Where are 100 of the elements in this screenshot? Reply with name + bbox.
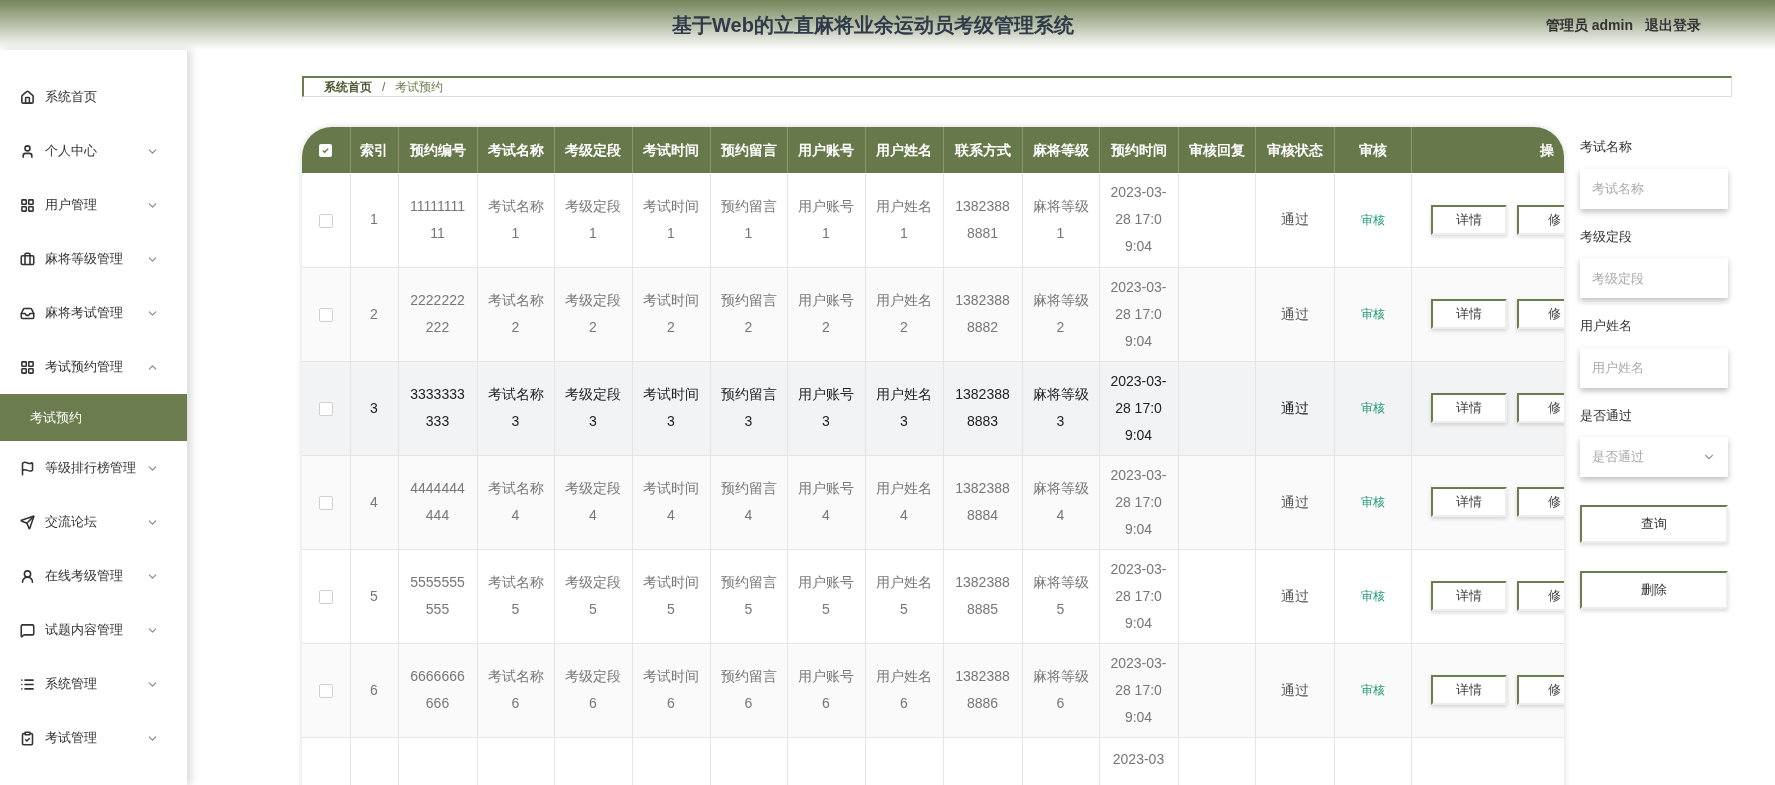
table-cell: 考级定段5: [565, 574, 621, 617]
review-link[interactable]: 审核: [1360, 495, 1385, 509]
sidebar-item[interactable]: 系统管理: [0, 657, 187, 711]
table-row[interactable]: 6 6666666666 考试名称6 考级定段6 考试时间6 预约留言6 用户账号6 用户姓名6 13823888886 麻将等级6 2023-03-28 17:09:04 通过 审核 详情 修: [302, 643, 1564, 737]
row-checkbox[interactable]: [318, 213, 333, 228]
breadcrumb-link[interactable]: 考试预约: [395, 78, 444, 96]
sidebar-item[interactable]: 麻将等级管理: [0, 232, 187, 286]
row-checkbox[interactable]: [318, 683, 333, 698]
chat-icon: [20, 622, 35, 638]
row-checkbox[interactable]: [318, 495, 333, 510]
sidebar-item[interactable]: 交流论坛: [0, 495, 187, 549]
edit-button[interactable]: 修: [1516, 675, 1564, 705]
row-checkbox[interactable]: [318, 307, 333, 322]
clipboard-icon: [20, 730, 35, 746]
table-cell: 2023-03-28 17:09:04: [1110, 654, 1167, 725]
table-cell: 2023-03-28 17:09:04: [1110, 184, 1167, 255]
table-cell: 用户账号2: [798, 292, 854, 335]
table-row[interactable]: 1 1111111111 考试名称1 考级定段1 考试时间1 预约留言1 用户账号1 用户姓名1 13823888881 麻将等级1 2023-03-28 17:09:04 通过 审核 详情 修: [302, 173, 1564, 267]
detail-button[interactable]: 详情: [1430, 393, 1507, 423]
delete-button[interactable]: 删除: [1580, 571, 1728, 609]
table-row[interactable]: 4 4444444444 考试名称4 考级定段4 考试时间4 预约留言4 用户账号4 用户姓名4 13823888884 麻将等级4 2023-03-28 17:09:04 通过 审核 详情 修: [302, 455, 1564, 549]
table-cell: 13823888882: [955, 292, 1010, 335]
table-cell: 考试时间1: [643, 197, 699, 241]
table-cell: 用户姓名4: [876, 480, 932, 523]
table-cell: 考级定段4: [565, 480, 621, 523]
sidebar-subitem[interactable]: 考试预约: [0, 394, 187, 441]
edit-button[interactable]: 修: [1516, 487, 1564, 517]
review-link[interactable]: 审核: [1360, 589, 1385, 603]
table-row[interactable]: 2 2222222222 考试名称2 考级定段2 考试时间2 预约留言2 用户账号2 用户姓名2 13823888882 麻将等级2 2023-03-28 17:09:04 通过 审核 详情 修: [302, 267, 1564, 361]
filter-label: 用户姓名: [1580, 317, 1633, 335]
table-row[interactable]: 5 5555555555 考试名称5 考级定段5 考试时间5 预约留言5 用户账号5 用户姓名5 13823888885 麻将等级5 2023-03-28 17:09:04 通过 审核 详情 修: [302, 549, 1564, 643]
table-cell: 5: [370, 587, 378, 604]
search-field[interactable]: 用户姓名: [1580, 347, 1728, 388]
detail-button[interactable]: 详情: [1430, 675, 1507, 705]
table-cell: 麻将等级2: [1032, 292, 1089, 335]
table-cell: 考试名称5: [487, 574, 544, 617]
filter-label: 考试名称: [1580, 138, 1633, 156]
table-row[interactable]: 3 3333333333 考试名称3 考级定段3 考试时间3 预约留言3 用户账号3 用户姓名3 13823888883 麻将等级3 2023-03-28 17:09:04 通过 审核 详情 修: [302, 361, 1564, 455]
table-cell: 用户姓名1: [876, 197, 932, 241]
sidebar-item[interactable]: 个人中心: [0, 124, 187, 178]
system-title: 基于Web的立直麻将业余运动员考级管理系统: [672, 14, 1074, 36]
search-field[interactable]: 考级定段: [1580, 258, 1728, 298]
review-link[interactable]: 审核: [1360, 307, 1385, 321]
sidebar-item[interactable]: 系统首页: [0, 70, 187, 124]
table-cell: 预约留言4: [720, 480, 777, 523]
search-field[interactable]: 考试名称: [1580, 168, 1728, 209]
review-link[interactable]: 审核: [1360, 683, 1385, 697]
table-cell: 13823888883: [955, 386, 1010, 429]
table-cell: 3: [370, 399, 378, 416]
paper-plane-icon: [20, 514, 35, 530]
review-link[interactable]: 审核: [1360, 212, 1385, 227]
sidebar-item[interactable]: 试题内容管理: [0, 603, 187, 657]
check-icon: [321, 146, 331, 156]
table-cell: 麻将等级5: [1032, 574, 1089, 617]
sidebar-item[interactable]: 在线考级管理: [0, 549, 187, 603]
logout-link[interactable]: 退出登录: [1645, 14, 1701, 36]
table-cell: 1: [370, 211, 378, 228]
table-cell: 2023-03-28 17:09:04: [1110, 560, 1167, 631]
table-cell: 预约留言2: [720, 292, 777, 335]
table-cell: 用户姓名3: [876, 386, 932, 429]
table-cell: 13823888881: [955, 197, 1010, 241]
edit-button[interactable]: 修: [1516, 204, 1564, 235]
table-cell: 4: [370, 493, 378, 510]
detail-button[interactable]: 详情: [1430, 299, 1507, 329]
status-text: 通过: [1280, 681, 1309, 698]
table-cell: 考试名称4: [487, 480, 544, 523]
sidebar-item[interactable]: 用户管理: [0, 178, 187, 232]
detail-button[interactable]: 详情: [1430, 204, 1507, 235]
select-all-checkbox[interactable]: [319, 144, 333, 158]
sidebar-item[interactable]: 麻将考试管理: [0, 286, 187, 340]
table-cell: 预约留言6: [720, 668, 777, 711]
table-cell: 麻将等级1: [1032, 197, 1089, 241]
status-text: 通过: [1280, 587, 1309, 604]
detail-button[interactable]: 详情: [1430, 581, 1507, 611]
table-cell: 考级定段6: [565, 668, 621, 711]
table-cell: 考试名称6: [487, 668, 544, 711]
sidebar-item[interactable]: 考试预约管理: [0, 340, 187, 394]
user-icon: [20, 568, 35, 584]
sidebar-item[interactable]: 等级排行榜管理: [0, 441, 187, 495]
list-icon: [20, 676, 35, 692]
edit-button[interactable]: 修: [1516, 299, 1564, 329]
table-cell: 麻将等级6: [1032, 668, 1089, 711]
row-checkbox[interactable]: [318, 589, 333, 604]
sidebar-item[interactable]: 考试管理: [0, 711, 187, 765]
table-cell: 考级定段1: [565, 197, 621, 241]
detail-button[interactable]: 详情: [1430, 487, 1507, 517]
table-cell: 预约留言5: [720, 574, 777, 617]
table-cell: 考试时间4: [643, 480, 699, 523]
table-cell: 考级定段2: [565, 292, 621, 335]
edit-button[interactable]: 修: [1516, 581, 1564, 611]
row-checkbox[interactable]: [318, 401, 333, 416]
edit-button[interactable]: 修: [1516, 393, 1564, 423]
table-cell: 2222222222: [410, 292, 465, 335]
table-cell: 用户账号3: [798, 386, 854, 429]
search-button[interactable]: 查询: [1580, 505, 1728, 543]
status-text: 通过: [1280, 211, 1309, 228]
table-cell: 考级定段3: [565, 386, 621, 429]
table-cell: 预约留言1: [720, 197, 777, 241]
status-text: 通过: [1280, 305, 1309, 322]
breadcrumb-link[interactable]: 系统首页: [324, 78, 372, 96]
